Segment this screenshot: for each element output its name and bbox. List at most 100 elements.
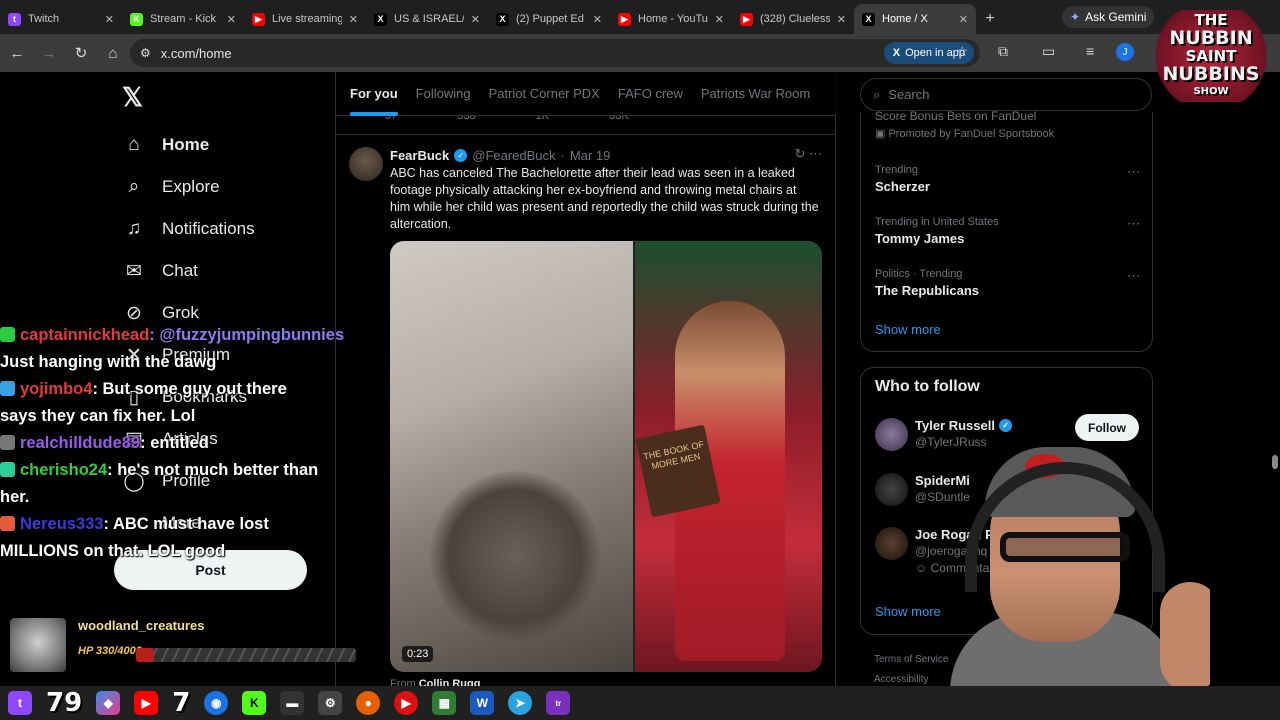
browser-tab[interactable]: X (2) Puppet Ed ✕	[488, 4, 610, 34]
show-more-trends[interactable]: Show more	[875, 322, 941, 337]
ask-gemini-button[interactable]: ✦ Ask Gemini	[1062, 6, 1155, 28]
cast-icon[interactable]: ▭	[1042, 43, 1055, 60]
word-taskbar-icon[interactable]: W	[470, 691, 495, 715]
promo-title[interactable]: Score Bonus Bets on FanDuel	[875, 109, 1036, 123]
browser-tab[interactable]: X US & ISRAEL/ ✕	[366, 4, 488, 34]
chat-username: Nereus333	[20, 515, 104, 533]
settings-taskbar-icon[interactable]: ⚙	[318, 691, 343, 715]
nav-item-label: Grok	[162, 303, 199, 322]
close-tab-icon[interactable]: ✕	[959, 13, 968, 26]
chat-badge-icon	[0, 462, 15, 477]
feed-tab[interactable]: Following	[416, 86, 471, 101]
media-icon[interactable]: ≡	[1086, 43, 1094, 59]
feed-tab[interactable]: Patriot Corner PDX	[489, 86, 600, 101]
browser-tab[interactable]: X Home / X ✕	[854, 4, 976, 34]
tweet-author-name[interactable]: FearBuck	[390, 148, 449, 163]
video-left-frame	[390, 241, 633, 672]
reload-button[interactable]: ↻	[66, 38, 96, 68]
terminal-taskbar-icon[interactable]: ▬	[280, 691, 305, 715]
chat-line: says they can fix her. Lol	[0, 403, 380, 430]
search-input[interactable]: ⌕ Search	[860, 78, 1152, 111]
trend-more-icon[interactable]: ⋯	[1127, 164, 1140, 180]
profile-avatar[interactable]: J	[1116, 43, 1134, 61]
streamer-panel: woodland_creatures HP 330/4000	[8, 615, 358, 675]
back-button[interactable]: ←	[2, 38, 32, 68]
chat-message: : But some guy out there	[92, 380, 287, 398]
close-tab-icon[interactable]: ✕	[471, 13, 480, 26]
video-right-frame: THE BOOK OF MORE MEN	[635, 241, 822, 672]
trend-item[interactable]: Politics · Trending The Republicans ⋯	[875, 268, 1140, 298]
youtube-taskbar-icon[interactable]: ▶	[134, 691, 159, 715]
trovo-taskbar-icon[interactable]: tr	[546, 691, 571, 715]
tweet-author-avatar[interactable]	[349, 147, 383, 181]
address-bar[interactable]: ⚙ x.com/home X Open in app	[130, 39, 980, 67]
close-tab-icon[interactable]: ✕	[715, 13, 724, 26]
twitch-taskbar-icon[interactable]: t	[8, 691, 32, 715]
bookmark-star-icon[interactable]: ☆	[956, 43, 969, 60]
chat-badge-icon	[0, 327, 15, 342]
taskbar: t 79 ◆ ▶ 7 ◉ K ▬ ⚙ ● ▶ ▦ W ➤ tr	[0, 686, 1280, 720]
account-avatar[interactable]	[875, 418, 908, 451]
promoted-icon: ▣	[875, 128, 886, 140]
tweet-more-icon[interactable]: ↻ ⋯	[794, 146, 822, 162]
account-name[interactable]: Tyler Russell	[915, 418, 995, 433]
site-info-icon[interactable]: ⚙	[140, 46, 151, 60]
browser-tab[interactable]: K Stream - Kick ✕	[122, 4, 244, 34]
chat-message: MILLIONS on that. LOL good	[0, 542, 226, 560]
tab-title: Home - YouTu	[638, 13, 708, 25]
close-tab-icon[interactable]: ✕	[593, 13, 602, 26]
chat-line: Nereus333: ABC must have lost	[0, 511, 380, 538]
trend-more-icon[interactable]: ⋯	[1127, 268, 1140, 284]
new-tab-button[interactable]: +	[976, 4, 1004, 34]
tab-title: Live streaming	[272, 13, 342, 25]
forward-button[interactable]: →	[34, 38, 64, 68]
home-button[interactable]: ⌂	[98, 38, 128, 68]
feed-tab[interactable]: For you	[350, 86, 398, 116]
image-app-taskbar-icon[interactable]: ▦	[432, 691, 457, 715]
stream-chat-overlay: captainnickhead: @fuzzyjumpingbunnies Jus…	[0, 322, 380, 565]
emoji-icon: ☺	[915, 561, 928, 575]
tweet-author-handle[interactable]: @FearedBuck	[472, 148, 555, 163]
close-tab-icon[interactable]: ✕	[227, 13, 236, 26]
extensions-icon[interactable]: ⧉	[998, 43, 1008, 60]
x-icon: X	[862, 12, 875, 26]
copilot-taskbar-icon[interactable]: ◆	[96, 691, 121, 715]
tweet-video[interactable]: THE BOOK OF MORE MEN 0:23	[390, 241, 822, 672]
feed-tab[interactable]: FAFO crew	[618, 86, 683, 101]
browser-tab[interactable]: ▶ Live streaming ✕	[244, 4, 366, 34]
url-text[interactable]: x.com/home	[161, 46, 232, 61]
close-tab-icon[interactable]: ✕	[349, 13, 358, 26]
media-player-taskbar-icon[interactable]: ▶	[394, 691, 419, 715]
page-scrollbar[interactable]	[1272, 455, 1278, 469]
trend-more-icon[interactable]: ⋯	[1127, 216, 1140, 232]
chrome-taskbar-icon[interactable]: ◉	[204, 691, 229, 715]
nav-item-home[interactable]: ⌂ Home	[122, 124, 255, 166]
firefox-taskbar-icon[interactable]: ●	[356, 691, 381, 715]
kick-taskbar-icon[interactable]: K	[242, 691, 267, 715]
trends-panel: Score Bonus Bets on FanDuel ▣ Promoted b…	[860, 109, 1153, 352]
chat-message: says they can fix her. Lol	[0, 407, 196, 425]
close-tab-icon[interactable]: ✕	[105, 13, 114, 26]
x-small-icon: X	[892, 47, 901, 59]
trend-item[interactable]: Trending in United States Tommy James ⋯	[875, 216, 1140, 246]
feed-tab[interactable]: Patriots War Room	[701, 86, 810, 101]
video-duration: 0:23	[402, 646, 434, 662]
close-tab-icon[interactable]: ✕	[837, 13, 846, 26]
chat-message: : he's not much better than	[107, 461, 319, 479]
nav-item-explore[interactable]: ⌕ Explore	[122, 166, 255, 208]
browser-tab[interactable]: t Twitch ✕	[0, 4, 122, 34]
nav-item-notifications[interactable]: ♫ Notifications	[122, 208, 255, 250]
browser-tab[interactable]: ▶ Home - YouTu ✕	[610, 4, 732, 34]
chat-message: : entitled	[140, 434, 209, 452]
browser-tab[interactable]: ▶ (328) Clueless ✕	[732, 4, 854, 34]
nav-item-chat[interactable]: ✉ Chat	[122, 250, 255, 292]
account-avatar[interactable]	[875, 527, 908, 560]
tweet-date[interactable]: Mar 19	[570, 148, 610, 163]
account-avatar[interactable]	[875, 473, 908, 506]
telegram-taskbar-icon[interactable]: ➤	[508, 691, 533, 715]
logo-line-2: NUBBIN	[1169, 27, 1253, 49]
search-icon: ⌕	[873, 86, 881, 102]
x-logo-icon[interactable]: 𝕏	[122, 82, 143, 113]
back-arrow-icon: ←	[9, 44, 25, 62]
trend-item[interactable]: Trending Scherzer ⋯	[875, 164, 1140, 194]
